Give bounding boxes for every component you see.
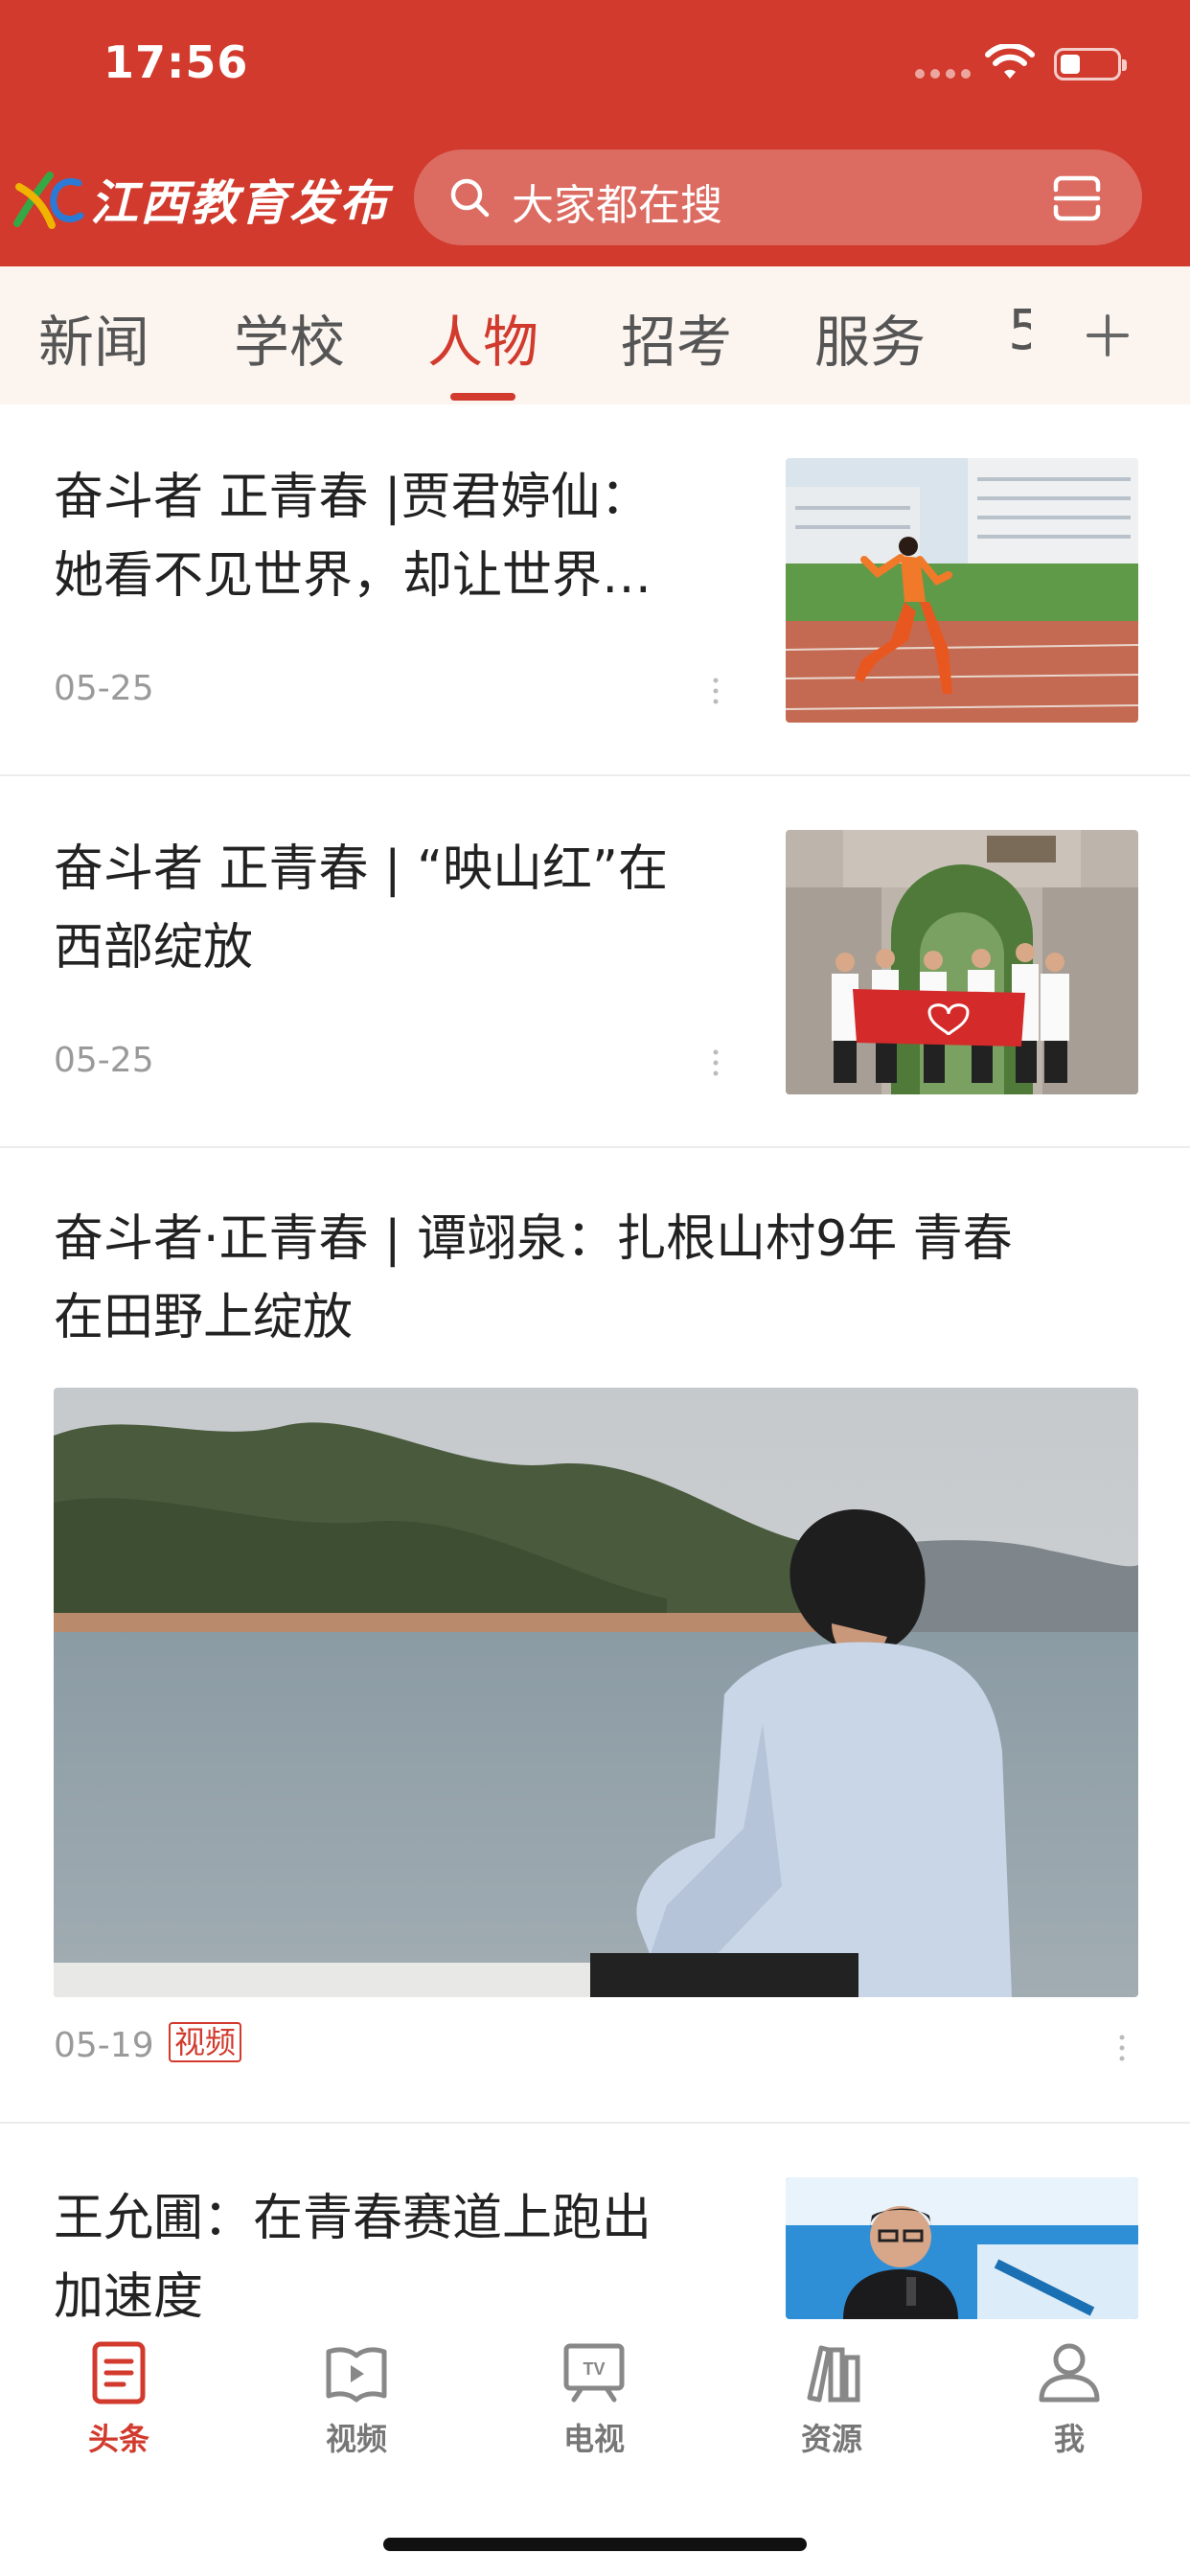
document-icon [92, 2341, 146, 2404]
status-bar: 17:56 [0, 0, 1190, 134]
wifi-icon [985, 44, 1035, 79]
scan-icon[interactable] [1052, 174, 1102, 222]
tab-clipped[interactable]: 5 [1008, 297, 1031, 374]
add-tab-plus-icon[interactable] [1083, 310, 1133, 360]
article-item[interactable]: 王允圃：在青春赛道上跑出 加速度 [0, 2124, 1190, 2319]
nav-me[interactable]: 我 [983, 2338, 1156, 2482]
cellular-signal-icon [915, 69, 973, 82]
search-placeholder: 大家都在搜 [512, 181, 722, 230]
search-icon [450, 178, 490, 218]
article-title: 奋斗者·正青春 | 谭翊泉：扎根山村9年 青春 在田野上绽放 [54, 1210, 1013, 1346]
logo-text: 江西教育发布 [90, 174, 389, 231]
more-options-icon[interactable] [711, 1046, 721, 1079]
video-book-icon [326, 2347, 387, 2403]
nav-headlines[interactable]: 头条 [33, 2338, 205, 2482]
more-options-icon[interactable] [711, 675, 721, 707]
video-thumbnail[interactable] [54, 1388, 1138, 1997]
article-date: 05-25 [54, 669, 154, 708]
battery-icon [1054, 48, 1127, 80]
article-title: 奋斗者 正青春 |贾君婷仙： 她看不见世界，却让世界… [54, 469, 652, 605]
app-logo: 江西教育发布 [10, 161, 389, 238]
nav-label: 资源 [800, 2421, 862, 2457]
books-icon [807, 2345, 860, 2403]
tab-services[interactable]: 服务 [814, 297, 926, 378]
tab-schools[interactable]: 学校 [234, 297, 345, 378]
article-item[interactable]: 奋斗者 正青春 |贾君婷仙： 她看不见世界，却让世界… 05-25 [0, 404, 1190, 774]
tab-news[interactable]: 新闻 [38, 297, 149, 378]
nav-label: 头条 [87, 2421, 149, 2457]
tab-exams[interactable]: 招考 [621, 297, 732, 378]
nav-resources[interactable]: 资源 [745, 2338, 918, 2482]
article-date: 05-25 [54, 1041, 154, 1080]
nav-video[interactable]: 视频 [270, 2338, 443, 2482]
app-header: 17:56 江西教育发布 大家都在搜 [0, 0, 1190, 266]
person-icon [1039, 2343, 1100, 2403]
video-badge: 视频 [169, 2022, 242, 2062]
article-date: 05-19 [54, 2026, 154, 2065]
article-title: 奋斗者 正青春 | “映山红”在 西部绽放 [54, 840, 668, 977]
article-title: 王允圃：在青春赛道上跑出 加速度 [54, 2190, 652, 2319]
nav-label: 我 [1053, 2421, 1085, 2457]
article-thumbnail [786, 2177, 1138, 2319]
logo-mark-icon [13, 172, 84, 229]
more-options-icon[interactable] [1117, 2032, 1127, 2064]
search-bar[interactable]: 大家都在搜 [414, 150, 1142, 245]
article-item[interactable]: 奋斗者 正青春 | “映山红”在 西部绽放 05-25 [0, 776, 1190, 1146]
article-thumbnail [786, 830, 1138, 1094]
tv-icon: TV [563, 2343, 625, 2403]
tab-people[interactable]: 人物 [427, 297, 538, 378]
home-indicator[interactable] [383, 2538, 807, 2551]
category-tabs: 新闻 学校 人物 招考 服务 5 [0, 266, 1190, 404]
nav-label: 电视 [562, 2421, 625, 2457]
active-tab-indicator [450, 393, 515, 401]
status-time: 17:56 [103, 36, 249, 88]
svg-text:TV: TV [583, 2359, 605, 2379]
nav-label: 视频 [325, 2421, 387, 2457]
article-thumbnail [786, 458, 1138, 723]
nav-tv[interactable]: TV 电视 [508, 2338, 680, 2482]
article-item-video[interactable]: 奋斗者·正青春 | 谭翊泉：扎根山村9年 青春 在田野上绽放 05-19 视频 [0, 1148, 1190, 2122]
